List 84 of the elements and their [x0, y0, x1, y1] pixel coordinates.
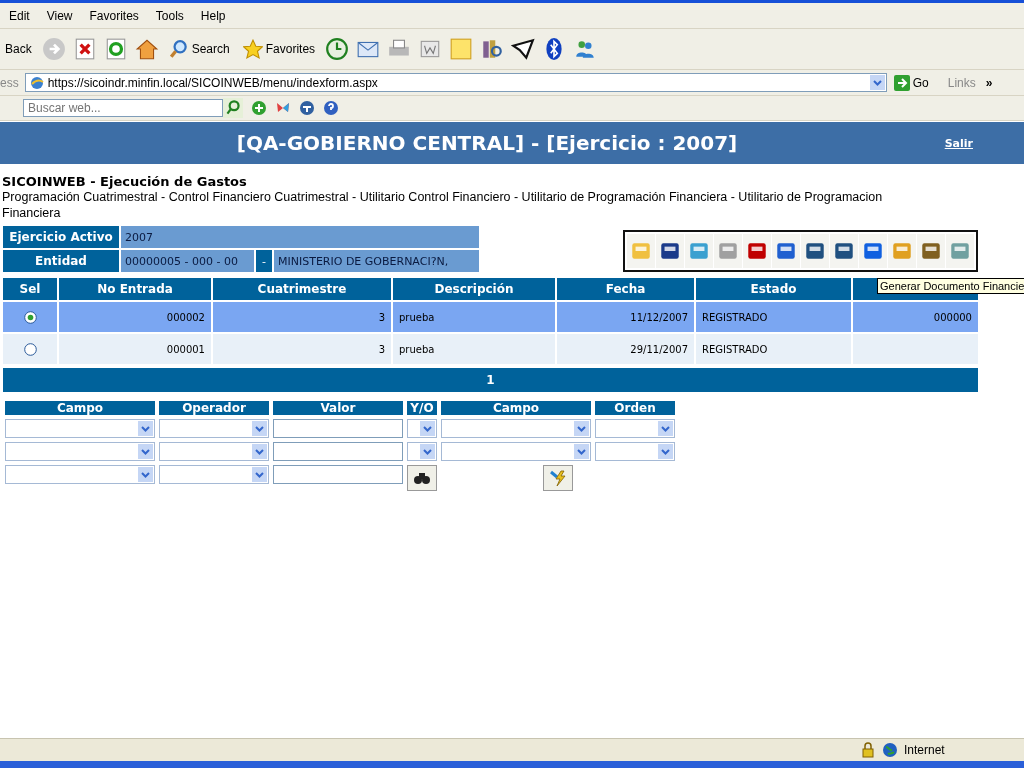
- table-cell: 29/11/2007: [557, 334, 694, 364]
- field-value: 2007: [121, 226, 479, 248]
- table-cell: 3: [213, 334, 391, 364]
- books-icon[interactable]: [480, 37, 505, 61]
- order-dropdown[interactable]: [595, 419, 675, 438]
- more-links[interactable]: »: [985, 75, 993, 90]
- separator-cell: -: [256, 250, 272, 272]
- column-header: Campo: [5, 401, 155, 415]
- tooltip: Generar Documento Financie: [877, 278, 1024, 294]
- favorites-button[interactable]: Favorites: [239, 39, 319, 59]
- address-label: ess: [0, 75, 19, 90]
- menu-item[interactable]: Help: [191, 8, 234, 23]
- help-icon[interactable]: [323, 100, 339, 116]
- back-button[interactable]: Back: [2, 42, 35, 56]
- operator-dropdown[interactable]: [159, 442, 269, 461]
- circle-icon[interactable]: [299, 100, 315, 116]
- field-value: MINISTERIO DE GOBERNACI?N,: [274, 250, 479, 272]
- binoculars-icon: [413, 471, 431, 485]
- apply-button[interactable]: [543, 465, 573, 491]
- history-icon[interactable]: [325, 37, 350, 61]
- origami-icon[interactable]: [511, 37, 536, 61]
- column-header: Operador: [159, 401, 269, 415]
- column-header: Valor: [273, 401, 403, 415]
- breadcrumb: Programación Cuatrimestral - Control Financiero Cuatrimestral - Utilitario Control Financiero - Utilitario de Programación Financiera - Utilitario de Programacion Financiera: [2, 189, 884, 221]
- logic-dropdown[interactable]: [407, 419, 437, 438]
- table-cell: 11/12/2007: [557, 302, 694, 332]
- search-icon: [168, 39, 189, 59]
- column-header: Fecha: [557, 278, 694, 300]
- globe-icon: [882, 742, 898, 758]
- field-value: 00000005 - 000 - 00: [121, 250, 254, 272]
- table-cell: 000001: [59, 334, 211, 364]
- lock-icon: [860, 742, 876, 758]
- search-icon[interactable]: [223, 98, 243, 118]
- logout-link[interactable]: Salir: [944, 136, 973, 150]
- table-cell: 000000: [853, 302, 978, 332]
- page-title: SICOINWEB - Ejecución de Gastos: [2, 174, 248, 189]
- search-field[interactable]: Buscar web...: [23, 99, 223, 117]
- table-cell: prueba: [393, 334, 555, 364]
- page-icon: [28, 74, 45, 91]
- table-cell: REGISTRADO: [696, 302, 851, 332]
- menu-item[interactable]: Tools: [146, 8, 192, 23]
- operator-dropdown[interactable]: [159, 419, 269, 438]
- menu-item[interactable]: Favorites: [80, 8, 147, 23]
- value-field[interactable]: [273, 442, 403, 461]
- field-dropdown[interactable]: [5, 465, 155, 484]
- table-cell: prueba: [393, 302, 555, 332]
- menu-item[interactable]: Edit: [0, 8, 38, 23]
- search-button[interactable]: [407, 465, 437, 491]
- column-header: Campo: [441, 401, 591, 415]
- menu-item[interactable]: View: [37, 8, 81, 23]
- field-dropdown[interactable]: [5, 419, 155, 438]
- value-field[interactable]: [273, 419, 403, 438]
- go-arrow-icon: [893, 74, 910, 91]
- star-icon: [242, 39, 263, 59]
- column-header: Sel: [3, 278, 57, 300]
- go-button[interactable]: Go: [890, 74, 932, 91]
- field-label: Entidad: [3, 250, 119, 272]
- row-radio[interactable]: [23, 310, 37, 324]
- page-link[interactable]: 1: [486, 373, 495, 387]
- field-dropdown[interactable]: [5, 442, 155, 461]
- column-header: Orden: [595, 401, 675, 415]
- column-header: Descripción: [393, 278, 555, 300]
- column-header: Y/O: [407, 401, 437, 415]
- banner-title: [QA-GOBIERNO CENTRAL] - [Ejercicio : 2007]: [236, 131, 738, 155]
- column-header: Cuatrimestre: [213, 278, 391, 300]
- address-field[interactable]: https://sicoindr.minfin.local/SICOINWEB/menu/indexform.aspx: [24, 73, 887, 92]
- order-dropdown[interactable]: [595, 442, 675, 461]
- field-dropdown[interactable]: [441, 442, 591, 461]
- field-dropdown[interactable]: [441, 419, 591, 438]
- field-label: Ejercicio Activo: [3, 226, 119, 248]
- lightning-arrow-icon: [549, 469, 567, 487]
- operator-dropdown[interactable]: [159, 465, 269, 484]
- table-cell: REGISTRADO: [696, 334, 851, 364]
- security-zone: Internet: [904, 743, 946, 757]
- plus-icon[interactable]: [251, 100, 267, 116]
- search-button[interactable]: Search: [165, 39, 233, 59]
- value-field[interactable]: [273, 465, 403, 484]
- row-radio[interactable]: [23, 342, 37, 356]
- home-icon[interactable]: [134, 37, 159, 61]
- logic-dropdown[interactable]: [407, 442, 437, 461]
- column-header: Estado: [696, 278, 851, 300]
- table-cell: 3: [213, 302, 391, 332]
- column-header: No Entrada: [59, 278, 211, 300]
- table-cell: 000002: [59, 302, 211, 332]
